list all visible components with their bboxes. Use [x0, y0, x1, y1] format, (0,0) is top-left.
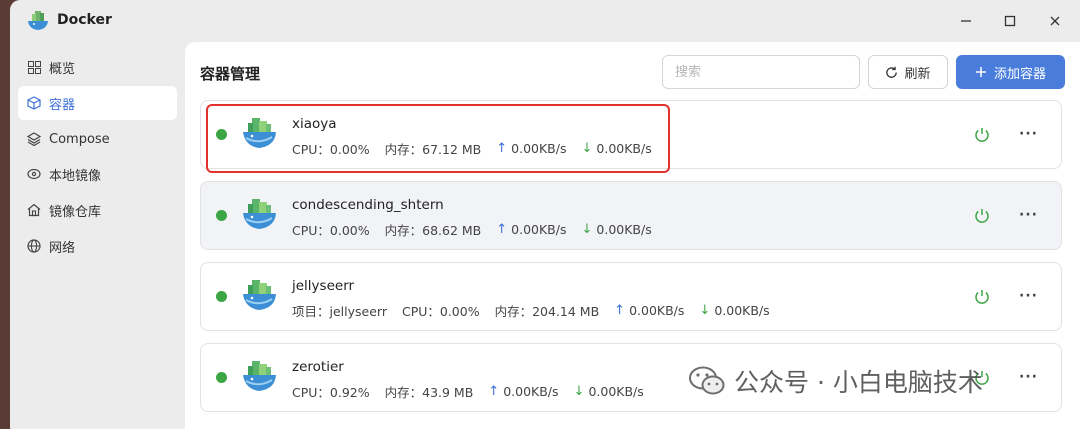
sidebar-item-label: 网络 — [49, 240, 76, 256]
add-container-label: 添加容器 — [993, 66, 1046, 82]
sidebar-item-local-images[interactable]: 本地镜像 — [18, 157, 177, 191]
cpu-usage: CPU：0.00% — [401, 304, 480, 319]
sidebar-item-registry[interactable]: 镜像仓库 — [18, 193, 177, 227]
arrow-down-icon: ↓ — [581, 222, 593, 237]
title-bar[interactable]: Docker — [10, 0, 1080, 42]
power-icon[interactable] — [973, 207, 991, 225]
container-stats: CPU：0.92% 内存：43.9 MB ↑ 0.00KB/s ↓ 0.00KB/s — [292, 382, 659, 401]
disc-icon — [26, 166, 42, 182]
container-name: jellyseerr — [292, 278, 355, 294]
maximize-icon — [1004, 15, 1016, 27]
project-name: 项目：jellyseerr — [292, 304, 387, 319]
refresh-icon — [886, 66, 898, 78]
maximize-button[interactable] — [999, 10, 1021, 32]
memory-usage: 内存：67.12 MB — [384, 142, 482, 157]
refresh-button[interactable]: 刷新 — [868, 55, 948, 89]
upload-rate: ↑ 0.00KB/s — [496, 222, 566, 237]
sidebar-item-label: 镜像仓库 — [49, 204, 102, 220]
watermark: 公众号 · 小白电脑技术 — [688, 363, 983, 399]
sidebar-item-network[interactable]: 网络 — [18, 229, 177, 263]
house-icon — [26, 202, 42, 218]
container-card-xiaoya[interactable]: xiaoya CPU：0.00% 内存：67.12 MB ↑ 0.00KB/s ↓… — [200, 100, 1062, 169]
more-options-icon[interactable]: ··· — [1019, 370, 1038, 384]
upload-rate-value: 0.00KB/s — [503, 384, 559, 399]
arrow-up-icon: ↑ — [496, 141, 508, 156]
cpu-usage: CPU：0.00% — [292, 142, 370, 157]
wechat-icon — [689, 366, 725, 395]
container-whale-icon — [243, 361, 276, 391]
cpu-usage: CPU：0.00% — [292, 223, 370, 238]
memory-usage: 内存：43.9 MB — [384, 385, 474, 400]
more-options-icon[interactable]: ··· — [1019, 127, 1038, 141]
sidebar-item-overview[interactable]: 概览 — [18, 50, 177, 84]
upload-rate-value: 0.00KB/s — [629, 303, 685, 318]
container-name: zerotier — [292, 359, 344, 375]
minimize-button[interactable] — [955, 10, 977, 32]
container-card-condescending-shtern[interactable]: condescending_shtern CPU：0.00% 内存：68.62 … — [200, 181, 1062, 250]
search-input[interactable] — [662, 55, 860, 89]
container-stats: CPU：0.00% 内存：68.62 MB ↑ 0.00KB/s ↓ 0.00KB/… — [292, 220, 667, 239]
download-rate: ↓ 0.00KB/s — [574, 384, 644, 399]
upload-rate-value: 0.00KB/s — [511, 141, 567, 156]
close-button[interactable] — [1044, 10, 1066, 32]
grid-icon — [26, 59, 42, 75]
container-stats: 项目：jellyseerr CPU：0.00% 内存：204.14 MB ↑ 0.… — [292, 301, 785, 320]
memory-usage: 内存：204.14 MB — [494, 304, 600, 319]
upload-rate: ↑ 0.00KB/s — [614, 303, 684, 318]
minimize-icon — [961, 20, 971, 22]
sidebar-item-label: 本地镜像 — [49, 168, 102, 184]
close-icon — [1050, 16, 1060, 26]
download-rate-value: 0.00KB/s — [588, 384, 644, 399]
watermark-text: 公众号 · 小白电脑技术 — [734, 368, 983, 397]
cube-icon — [26, 95, 42, 111]
running-status-dot — [216, 129, 227, 140]
sidebar-item-label: 概览 — [49, 61, 76, 77]
download-rate: ↓ 0.00KB/s — [582, 141, 652, 156]
upload-rate: ↑ 0.00KB/s — [488, 384, 558, 399]
sidebar-item-label: 容器 — [49, 97, 76, 113]
cpu-usage: CPU：0.92% — [292, 385, 370, 400]
arrow-down-icon: ↓ — [581, 141, 593, 156]
add-container-button[interactable]: 添加容器 — [956, 55, 1065, 89]
refresh-label: 刷新 — [904, 66, 931, 82]
upload-rate: ↑ 0.00KB/s — [496, 141, 566, 156]
sidebar-item-containers[interactable]: 容器 — [18, 86, 177, 120]
running-status-dot — [216, 291, 227, 302]
container-whale-icon — [243, 280, 276, 310]
container-name: xiaoya — [292, 116, 337, 132]
more-options-icon[interactable]: ··· — [1019, 289, 1038, 303]
more-options-icon[interactable]: ··· — [1019, 208, 1038, 222]
container-name: condescending_shtern — [292, 197, 444, 213]
upload-rate-value: 0.00KB/s — [511, 222, 567, 237]
running-status-dot — [216, 372, 227, 383]
plus-icon — [975, 67, 986, 77]
layers-icon — [26, 131, 42, 147]
power-icon[interactable] — [973, 126, 991, 144]
container-card-jellyseerr[interactable]: jellyseerr 项目：jellyseerr CPU：0.00% 内存：20… — [200, 262, 1062, 331]
container-whale-icon — [243, 199, 276, 229]
arrow-up-icon: ↑ — [496, 222, 508, 237]
arrow-down-icon: ↓ — [573, 384, 585, 399]
arrow-down-icon: ↓ — [699, 303, 711, 318]
arrow-up-icon: ↑ — [614, 303, 626, 318]
sidebar: 概览 容器 Compose 本地镜像 镜像仓库 网络 — [10, 42, 185, 429]
memory-usage: 内存：68.62 MB — [384, 223, 482, 238]
app-title: Docker — [57, 12, 112, 28]
running-status-dot — [216, 210, 227, 221]
container-whale-icon — [243, 118, 276, 148]
download-rate: ↓ 0.00KB/s — [699, 303, 769, 318]
arrow-up-icon: ↑ — [488, 384, 500, 399]
power-icon[interactable] — [973, 288, 991, 306]
sidebar-item-label: Compose — [49, 131, 110, 147]
page-title: 容器管理 — [200, 65, 261, 83]
download-rate-value: 0.00KB/s — [596, 222, 652, 237]
docker-whale-icon — [28, 11, 48, 30]
globe-icon — [26, 238, 42, 254]
download-rate-value: 0.00KB/s — [714, 303, 770, 318]
container-stats: CPU：0.00% 内存：67.12 MB ↑ 0.00KB/s ↓ 0.00KB/… — [292, 139, 667, 158]
download-rate-value: 0.00KB/s — [596, 141, 652, 156]
download-rate: ↓ 0.00KB/s — [582, 222, 652, 237]
sidebar-item-compose[interactable]: Compose — [18, 122, 177, 156]
